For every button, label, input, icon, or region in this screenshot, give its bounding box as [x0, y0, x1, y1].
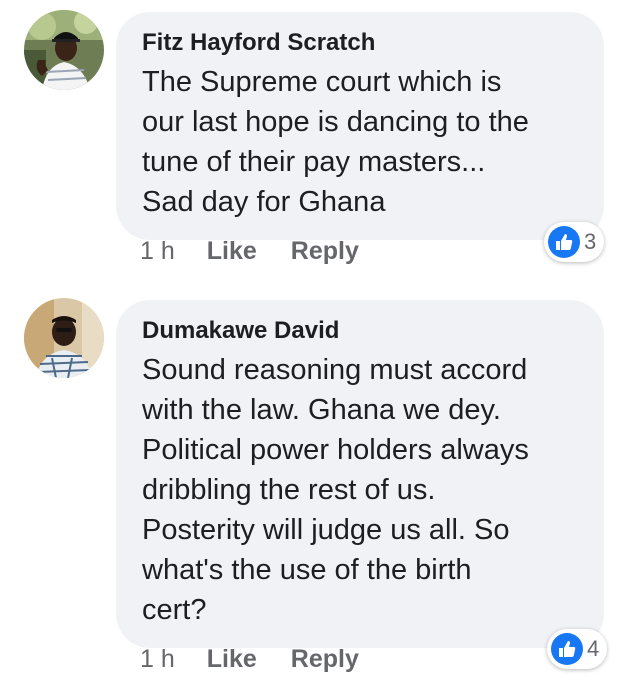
reaction-count: 3 — [584, 229, 597, 254]
comment-timestamp[interactable]: 1 h — [140, 644, 175, 674]
thumbs-up-icon — [548, 226, 580, 258]
comment-author[interactable]: Dumakawe David — [142, 316, 580, 346]
avatar-photo — [24, 298, 104, 378]
comment-actions: 1 h Like Reply — [140, 236, 393, 266]
comment-1: Fitz Hayford Scratch The Supreme court w… — [0, 0, 640, 280]
comment-text: The Supreme court which is our last hope… — [142, 66, 529, 218]
thumbs-up-icon — [551, 633, 583, 665]
reaction-summary[interactable]: 4 — [547, 629, 608, 669]
comment-text: Sound reasoning must accord with the law… — [142, 354, 529, 626]
avatar[interactable] — [24, 298, 104, 378]
reply-button[interactable]: Reply — [291, 236, 359, 266]
comment-actions: 1 h Like Reply — [140, 644, 393, 674]
comment-2: Dumakawe David Sound reasoning must acco… — [0, 290, 640, 680]
reaction-summary[interactable]: 3 — [544, 222, 605, 262]
like-button[interactable]: Like — [207, 236, 257, 266]
reply-button[interactable]: Reply — [291, 644, 359, 674]
avatar[interactable] — [24, 10, 104, 90]
comment-bubble: Dumakawe David Sound reasoning must acco… — [116, 300, 604, 648]
comment-bubble: Fitz Hayford Scratch The Supreme court w… — [116, 12, 604, 240]
comment-timestamp[interactable]: 1 h — [140, 236, 175, 266]
like-button[interactable]: Like — [207, 644, 257, 674]
avatar-photo — [24, 10, 104, 90]
comment-author[interactable]: Fitz Hayford Scratch — [142, 28, 580, 58]
reaction-count: 4 — [587, 636, 600, 661]
